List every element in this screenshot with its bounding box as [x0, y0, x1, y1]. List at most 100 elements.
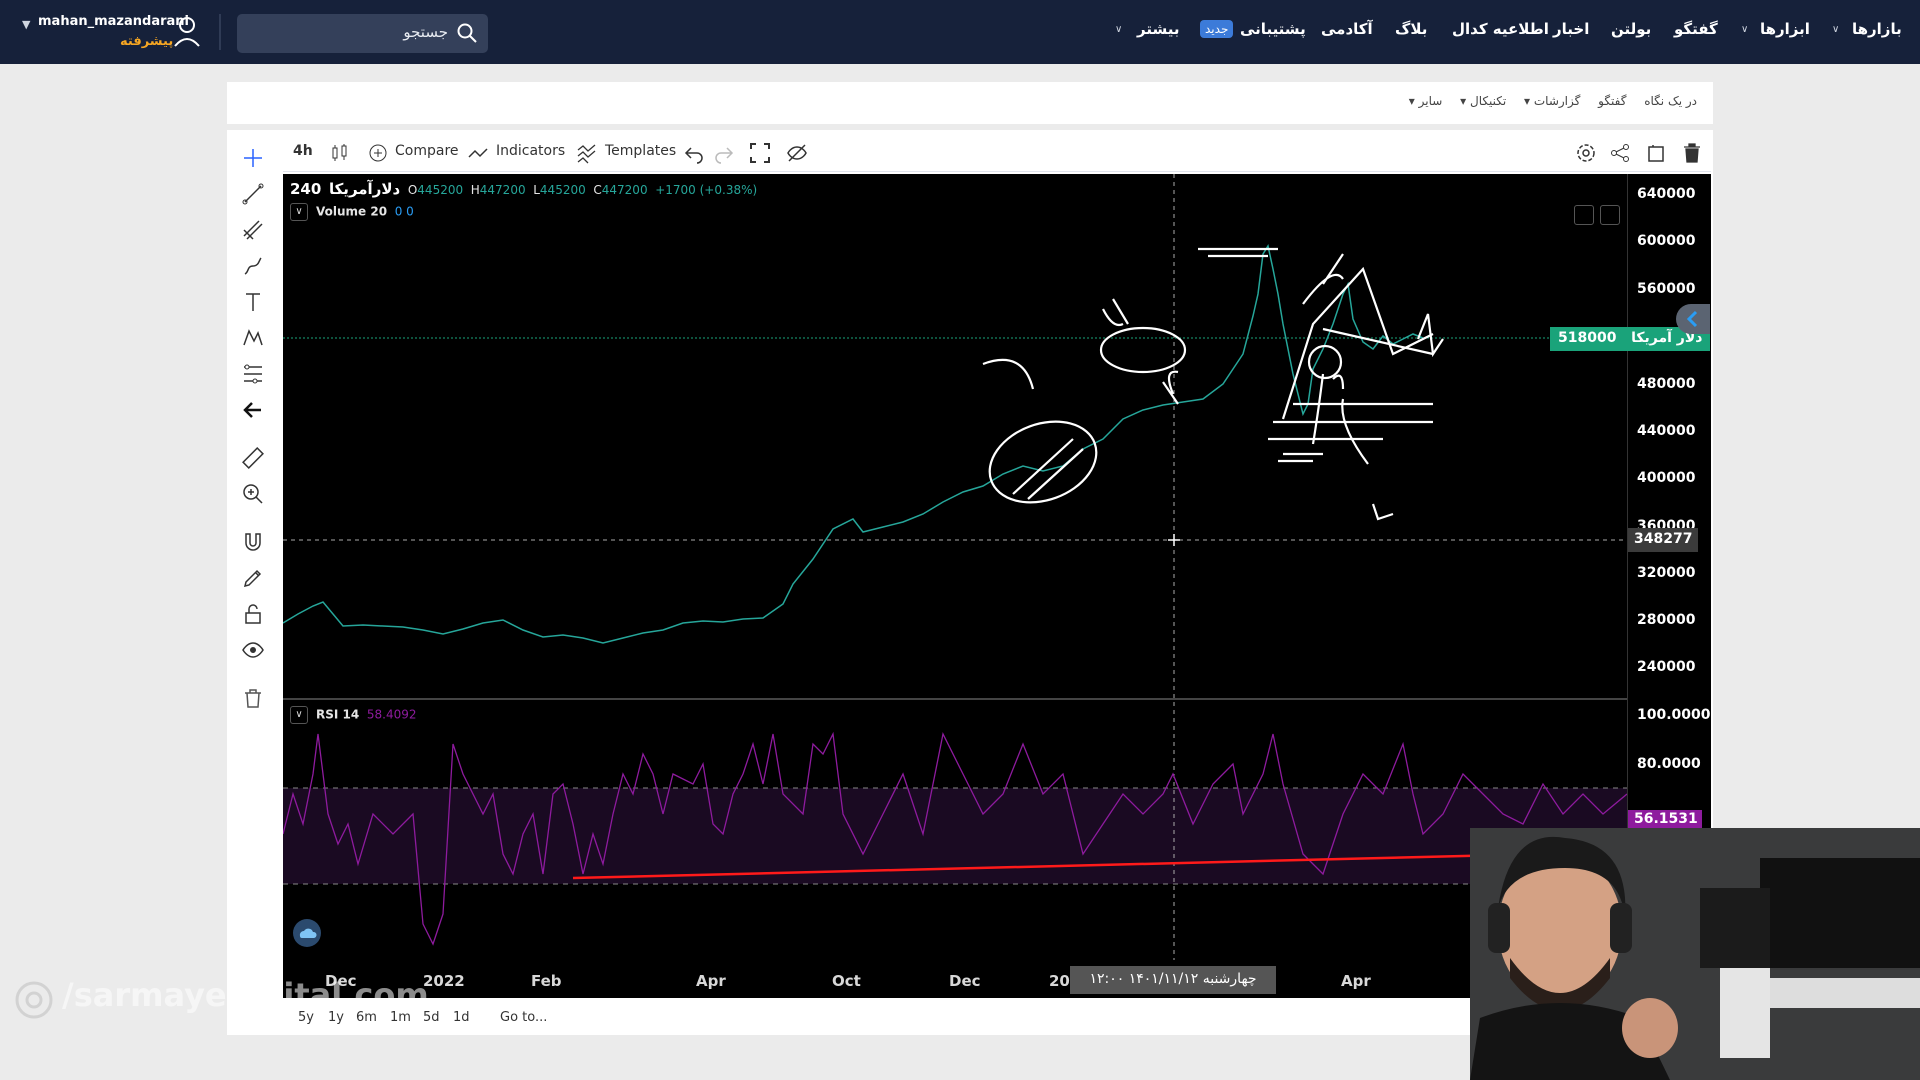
high-value: 447200: [479, 183, 526, 197]
templates-icon[interactable]: [576, 142, 598, 164]
drawing-stroke: [982, 358, 1035, 390]
chevron-down-icon: ∨: [1741, 24, 1749, 35]
user-tier: پیشرفته: [120, 34, 174, 49]
open-label: O: [407, 183, 418, 197]
time-tick: Oct: [832, 972, 861, 990]
nav-chat[interactable]: گفتگو: [1674, 20, 1718, 38]
price-tick: 640000: [1637, 186, 1696, 202]
open-value: 445200: [417, 183, 464, 197]
chart-canvas[interactable]: [283, 174, 1627, 960]
price-tick: 480000: [1637, 376, 1696, 392]
drawing-stroke: [1162, 370, 1179, 405]
scroll-right-button[interactable]: [1676, 304, 1710, 334]
price-tick: 560000: [1637, 281, 1696, 297]
drawing-stroke: [1371, 503, 1394, 521]
nav-codal[interactable]: اطلاعیه کدال: [1452, 20, 1549, 38]
rsi-legend: ∨ RSI 14 58.4092: [290, 706, 417, 724]
current-price-value: 518000: [1558, 330, 1617, 346]
delete-icon[interactable]: [1681, 142, 1703, 164]
close-value: 447200: [601, 183, 648, 197]
avatar-icon: [174, 17, 200, 47]
breadcrumb-item[interactable]: سایر ▾: [1409, 94, 1443, 108]
price-tick: 240000: [1637, 659, 1696, 675]
stay-in-drawing-icon[interactable]: [241, 566, 265, 590]
pattern-icon[interactable]: [241, 326, 265, 350]
compare-button[interactable]: Compare: [395, 143, 459, 159]
download-icon[interactable]: [1574, 205, 1594, 225]
eye-icon[interactable]: [241, 638, 265, 662]
time-tick: Feb: [531, 972, 562, 990]
time-tick: Dec: [949, 972, 981, 990]
rsi-value: 58.4092: [366, 707, 417, 722]
crosshair-date-label: چهارشنبه ۱۴۰۱/۱۱/۱۲ ۱۲:۰۰: [1070, 966, 1276, 994]
snapshot-icon[interactable]: [1645, 142, 1667, 164]
breadcrumb-item[interactable]: گفتگو: [1598, 94, 1626, 108]
rsi-current-label: 56.1531: [1628, 810, 1702, 830]
indicators-icon[interactable]: [467, 142, 489, 164]
time-tick: 20: [1049, 972, 1070, 990]
pitchfork-icon[interactable]: [241, 218, 265, 242]
fib-icon[interactable]: [241, 362, 265, 386]
hide-icon[interactable]: [786, 142, 808, 164]
drawing-stroke: [1278, 452, 1323, 463]
price-tick: 600000: [1637, 233, 1696, 249]
breadcrumb-bar: در یک نگاه گفتگو گزارشات ▾ تکنیکال ▾ سای…: [227, 82, 1713, 124]
nav-academy[interactable]: آکادمی: [1321, 20, 1373, 38]
breadcrumb-item[interactable]: تکنیکال ▾: [1460, 94, 1506, 108]
nav-news[interactable]: اخبار: [1553, 20, 1589, 38]
nav-blog[interactable]: بلاگ: [1395, 20, 1427, 38]
user-menu[interactable]: ▼ mahan_mazandarani پیشرفته: [22, 12, 200, 52]
watermark-text: /sarmayedigital.com: [62, 976, 429, 1014]
legend-ohlc: دلارآمریکا 240 O445200 H447200 L445200 C…: [290, 180, 757, 198]
indicators-button[interactable]: Indicators: [496, 143, 565, 159]
templates-button[interactable]: Templates: [605, 143, 676, 159]
webcam-overlay: [1470, 828, 1920, 1080]
undo-icon[interactable]: [683, 142, 705, 164]
trendline-icon[interactable]: [241, 182, 265, 206]
close-label: C: [593, 183, 602, 197]
nav-tools[interactable]: ابزارها: [1760, 20, 1810, 38]
brush-icon[interactable]: [241, 254, 265, 278]
candle-type-icon[interactable]: [329, 142, 351, 164]
volume-values: 0 0: [394, 204, 414, 219]
interval-button[interactable]: 4h: [293, 143, 313, 159]
compare-icon[interactable]: [367, 142, 389, 164]
nav-bulletin[interactable]: بولتن: [1611, 20, 1651, 38]
divider: [219, 14, 221, 50]
trash-icon[interactable]: [241, 686, 265, 710]
search-placeholder: جستجو: [403, 23, 448, 41]
username: mahan_mazandarani: [38, 14, 189, 29]
search-input[interactable]: جستجو: [237, 14, 488, 53]
new-badge: جدید: [1200, 20, 1234, 38]
symbol-name: دلارآمریکا: [328, 180, 401, 198]
refresh-icon[interactable]: [1600, 205, 1620, 225]
crosshair-icon[interactable]: [241, 146, 265, 170]
back-arrow-icon[interactable]: [241, 398, 265, 422]
collapse-toggle[interactable]: ∨: [290, 706, 308, 724]
redo-icon[interactable]: [713, 142, 735, 164]
settings-icon[interactable]: [1575, 142, 1597, 164]
lock-icon[interactable]: [241, 602, 265, 626]
rsi-tick: 80.0000: [1637, 756, 1701, 772]
price-chart: [283, 174, 1627, 960]
price-tick: 400000: [1637, 470, 1696, 486]
zoom-icon[interactable]: [241, 482, 265, 506]
goto-button[interactable]: Go to...: [500, 1010, 547, 1025]
ruler-icon[interactable]: [241, 446, 265, 470]
breadcrumb-item[interactable]: در یک نگاه: [1644, 94, 1697, 108]
breadcrumb-item[interactable]: گزارشات ▾: [1524, 94, 1580, 108]
share-icon[interactable]: [1609, 142, 1631, 164]
drawing-stroke: [1311, 373, 1369, 465]
nav-support[interactable]: پشتیبانی: [1240, 20, 1306, 38]
collapse-toggle[interactable]: ∨: [290, 203, 308, 221]
change-value: +1700 (+0.38%): [655, 183, 758, 197]
drawing-stroke: [1322, 313, 1444, 358]
chevron-left-icon: [1686, 310, 1698, 328]
nav-more[interactable]: بیشتر: [1137, 20, 1179, 38]
fullscreen-icon[interactable]: [749, 142, 771, 164]
text-icon[interactable]: [241, 290, 265, 314]
price-tick: 320000: [1637, 565, 1696, 581]
range-1d[interactable]: 1d: [453, 1010, 470, 1025]
nav-markets[interactable]: بازارها: [1852, 20, 1902, 38]
magnet-icon[interactable]: [241, 530, 265, 554]
